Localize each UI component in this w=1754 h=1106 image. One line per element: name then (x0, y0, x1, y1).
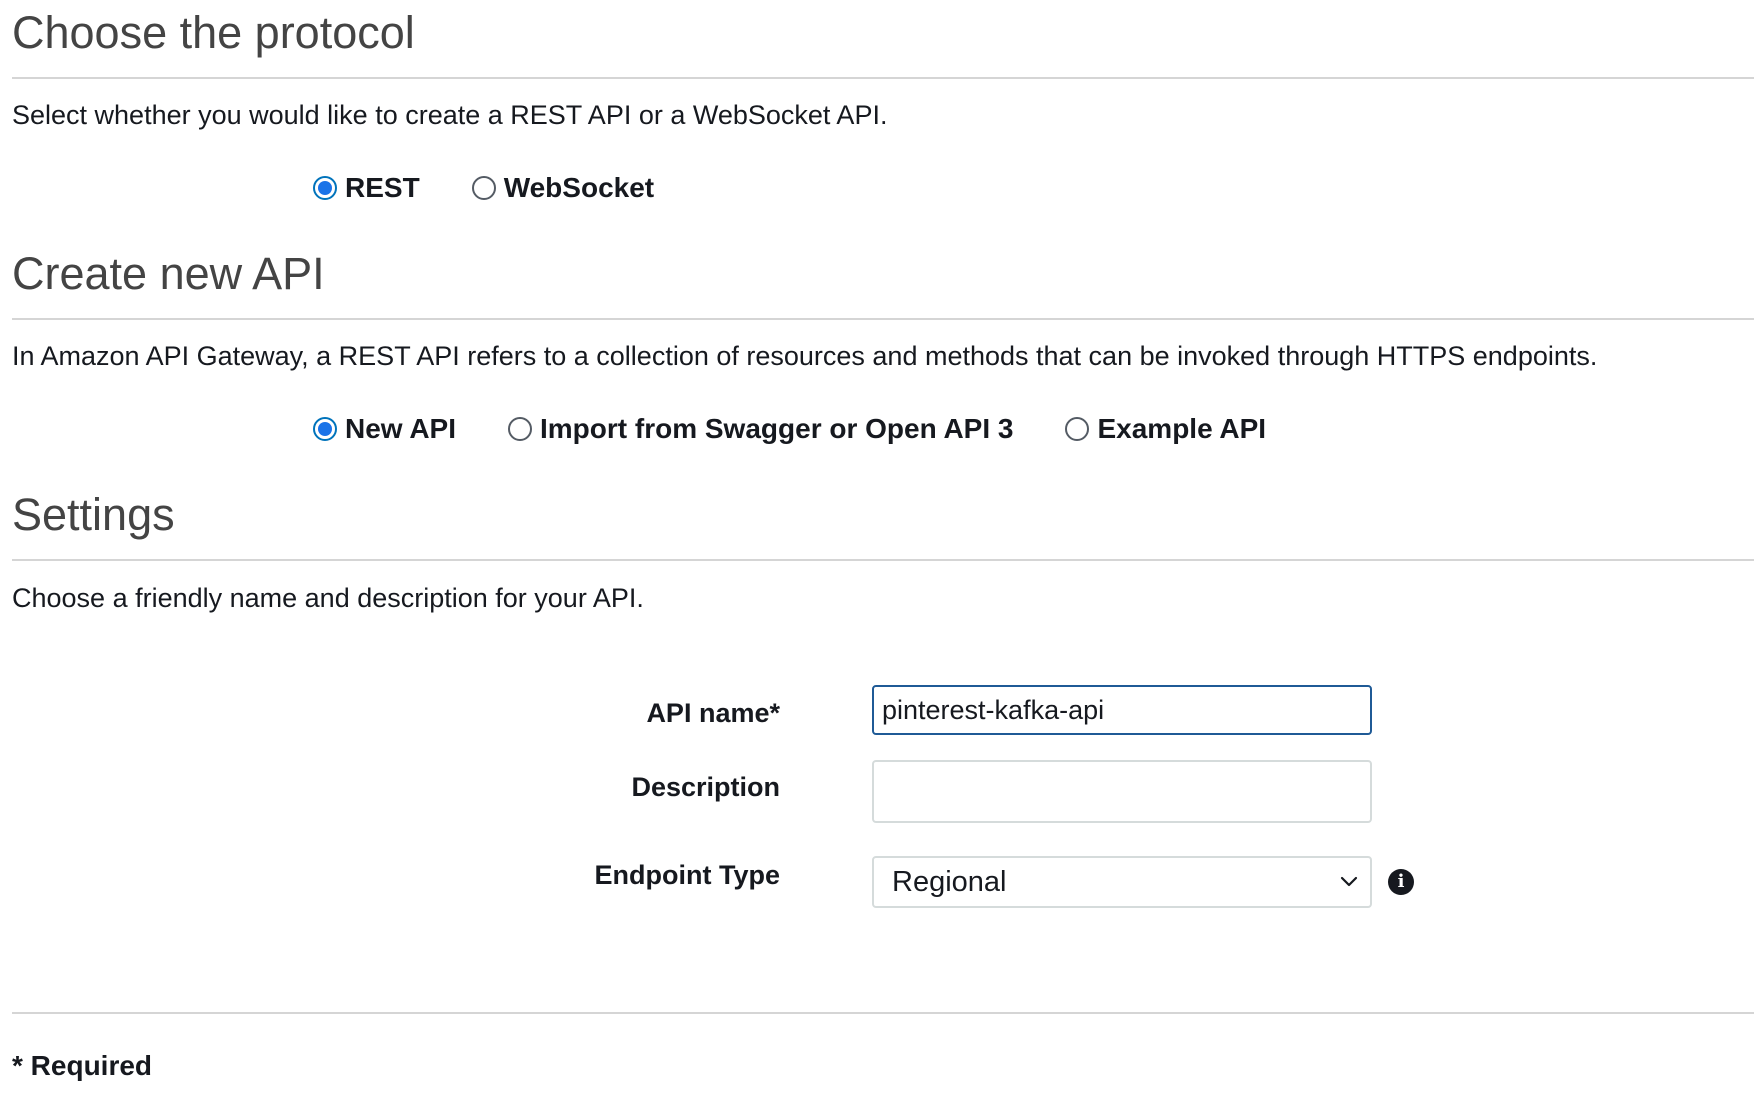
create-option-new-api-label: New API (345, 413, 456, 444)
create-section-description: In Amazon API Gateway, a REST API refers… (12, 341, 1598, 371)
radio-button-websocket[interactable] (471, 176, 496, 200)
create-option-new-api[interactable]: New API (313, 413, 456, 445)
protocol-section-description: Select whether you would like to create … (12, 100, 888, 130)
endpoint-type-label: Endpoint Type (594, 860, 780, 890)
settings-section-description: Choose a friendly name and description f… (12, 583, 644, 613)
protocol-option-websocket-label: WebSocket (503, 172, 655, 203)
api-name-input[interactable] (872, 685, 1372, 735)
footer-divider (12, 1012, 1754, 1014)
protocol-radio-group: REST WebSocket (313, 168, 706, 208)
protocol-option-rest-label: REST (345, 172, 420, 203)
settings-section-divider (12, 559, 1754, 561)
protocol-option-rest[interactable]: REST (313, 172, 420, 204)
info-icon[interactable]: i (1388, 869, 1414, 895)
protocol-section-title: Choose the protocol (12, 7, 415, 58)
create-option-example-api-label: Example API (1097, 413, 1267, 444)
radio-button-import-swagger[interactable] (508, 417, 532, 441)
description-label: Description (631, 772, 780, 802)
create-section-title: Create new API (12, 248, 325, 299)
create-radio-group: New API Import from Swagger or Open API … (313, 409, 1318, 449)
endpoint-type-select[interactable]: Regional (872, 856, 1372, 908)
radio-button-example-api[interactable] (1065, 417, 1090, 441)
chevron-down-icon (1340, 876, 1358, 887)
required-note: * Required (12, 1050, 153, 1081)
radio-button-rest[interactable] (313, 176, 337, 200)
description-input[interactable] (872, 760, 1372, 823)
radio-button-new-api[interactable] (313, 417, 337, 441)
create-option-import-swagger[interactable]: Import from Swagger or Open API 3 (508, 413, 1013, 445)
protocol-section-divider (12, 77, 1754, 79)
api-name-label: API name* (646, 698, 780, 728)
create-option-import-swagger-label: Import from Swagger or Open API 3 (540, 413, 1014, 444)
settings-section-title: Settings (12, 489, 175, 540)
create-section-divider (12, 318, 1754, 320)
create-api-page: Choose the protocol Select whether you w… (0, 0, 1754, 1106)
endpoint-type-selected-value: Regional (892, 865, 1007, 898)
create-option-example-api[interactable]: Example API (1065, 413, 1266, 445)
protocol-option-websocket[interactable]: WebSocket (471, 172, 655, 204)
